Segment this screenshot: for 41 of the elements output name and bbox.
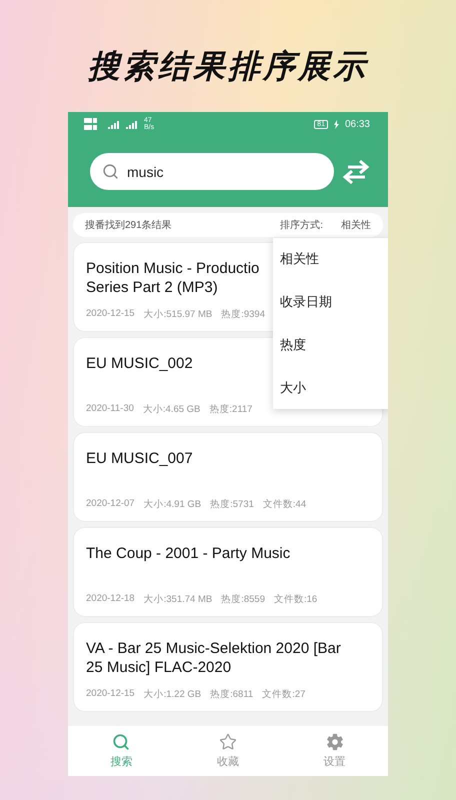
result-date: 2020-12-18 bbox=[86, 593, 135, 606]
result-size: 大小:4.91 GB bbox=[144, 498, 202, 511]
result-size: 大小:351.74 MB bbox=[144, 593, 212, 606]
result-title: EU MUSIC_002 bbox=[86, 354, 194, 373]
result-heat: 热度:5731 bbox=[210, 498, 254, 511]
clock: 06:33 bbox=[344, 118, 370, 130]
result-size: 大小:515.97 MB bbox=[144, 308, 212, 321]
result-title: VA - Bar 25 Music-Selektion 2020 [Bar bbox=[86, 639, 342, 658]
result-size: 大小:4.65 GB bbox=[142, 403, 200, 416]
result-title: The Coup - 2001 - Party Music bbox=[86, 544, 292, 563]
result-date: 2020-12-15 bbox=[86, 308, 135, 321]
sort-label: 排序方式: bbox=[280, 218, 323, 232]
charging-icon bbox=[334, 120, 339, 128]
result-card[interactable]: EU MUSIC_007 2020-12-07 大小:4.91 GB 热度:5731 文件数:44 bbox=[73, 432, 383, 522]
result-date: 2020-12-15 bbox=[86, 688, 135, 701]
result-file-count: 文件数:27 bbox=[262, 688, 306, 701]
result-file-count: 文件数:16 bbox=[274, 593, 318, 606]
result-heat: 热度:9394 bbox=[221, 308, 265, 321]
result-count: 搜番找到291条结果 bbox=[85, 218, 172, 232]
result-file-count: 文件数:44 bbox=[262, 498, 306, 511]
swap-icon[interactable] bbox=[340, 158, 372, 184]
result-heat: 热度:6811 bbox=[210, 688, 254, 701]
result-date: 2020-12-07 bbox=[86, 498, 135, 511]
star-icon bbox=[219, 733, 237, 751]
search-query: music bbox=[127, 164, 165, 180]
result-heat: 热度:8559 bbox=[221, 593, 265, 606]
result-title: EU MUSIC_007 bbox=[86, 449, 194, 468]
settings-icon bbox=[326, 733, 344, 751]
search-icon bbox=[102, 163, 119, 180]
search-icon bbox=[112, 733, 130, 751]
sort-value[interactable]: 相关性 bbox=[341, 218, 371, 232]
result-title: 25 Music] FLAC-2020 bbox=[86, 658, 232, 677]
result-size: 大小:1.22 GB bbox=[144, 688, 202, 701]
result-card[interactable]: VA - Bar 25 Music-Selektion 2020 [Bar 25 Music] FLAC-2020 2020-12-15 大小:1.22 GB 热度:6811 文件数:27 bbox=[73, 622, 383, 712]
result-title: Position Music - Productio bbox=[86, 259, 260, 278]
headline: 搜索结果排序展示 bbox=[88, 46, 368, 87]
result-date: 2020-11-30 bbox=[86, 403, 134, 416]
result-card[interactable]: The Coup - 2001 - Party Music 2020-12-18 大小:351.74 MB 热度:8559 文件数:16 bbox=[73, 527, 383, 617]
search-field[interactable]: music bbox=[90, 153, 334, 190]
result-heat: 热度:2117 bbox=[209, 403, 252, 416]
result-title: Series Part 2 (MP3) bbox=[86, 278, 219, 297]
